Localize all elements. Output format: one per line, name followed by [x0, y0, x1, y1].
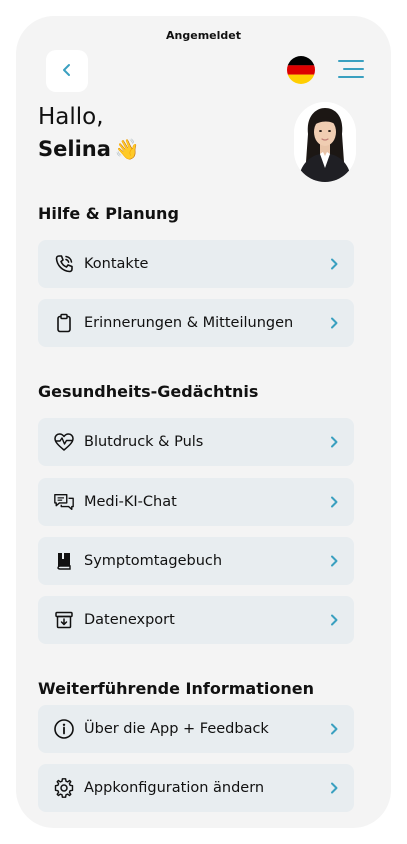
menu-item-label: Erinnerungen & Mitteilungen — [84, 315, 294, 331]
menu-item-ueber-die-app[interactable]: Über die App + Feedback — [38, 705, 354, 753]
greeting-name-line: Selina 👋 — [38, 137, 140, 161]
book-icon — [53, 550, 75, 572]
chevron-right-icon — [327, 257, 341, 271]
chat-bubbles-icon — [53, 491, 75, 513]
menu-item-datenexport[interactable]: Datenexport — [38, 596, 354, 644]
phone-screen: Angemeldet Hallo, Selina 👋 Hilfe & Planu… — [16, 16, 391, 828]
menu-item-label: Medi-KI-Chat — [84, 494, 177, 510]
chevron-right-icon — [327, 316, 341, 330]
menu-item-medi-ki-chat[interactable]: Medi-KI-Chat — [38, 478, 354, 526]
menu-item-label: Datenexport — [84, 612, 175, 628]
section-title-gesundheits-gedaechtnis: Gesundheits-Gedächtnis — [38, 382, 259, 401]
chevron-right-icon — [327, 613, 341, 627]
user-name: Selina — [38, 137, 111, 161]
heart-pulse-icon — [53, 431, 75, 453]
menu-item-kontakte[interactable]: Kontakte — [38, 240, 354, 288]
phone-call-icon — [53, 253, 75, 275]
section-title-weiterfuehrende-informationen: Weiterführende Informationen — [38, 679, 314, 698]
archive-download-icon — [53, 609, 75, 631]
chevron-right-icon — [327, 722, 341, 736]
chevron-right-icon — [327, 554, 341, 568]
menu-item-appkonfiguration[interactable]: Appkonfiguration ändern — [38, 764, 354, 812]
menu-item-label: Blutdruck & Puls — [84, 434, 204, 450]
germany-flag-icon — [287, 56, 315, 84]
menu-item-erinnerungen[interactable]: Erinnerungen & Mitteilungen — [38, 299, 354, 347]
clipboard-icon — [53, 312, 75, 334]
chevron-right-icon — [327, 781, 341, 795]
waving-hand-icon: 👋 — [114, 137, 140, 161]
menu-button[interactable] — [338, 58, 364, 80]
menu-item-label: Symptomtagebuch — [84, 553, 223, 569]
section-title-hilfe-planung: Hilfe & Planung — [38, 204, 179, 223]
info-icon — [53, 718, 75, 740]
chevron-left-icon — [60, 62, 74, 81]
chevron-right-icon — [327, 435, 341, 449]
back-button[interactable] — [46, 50, 88, 92]
menu-item-blutdruck-puls[interactable]: Blutdruck & Puls — [38, 418, 354, 466]
menu-item-label: Appkonfiguration ändern — [84, 780, 265, 796]
menu-item-label: Über die App + Feedback — [84, 721, 269, 737]
avatar[interactable] — [294, 102, 356, 182]
greeting-hello: Hallo, — [38, 104, 104, 130]
chevron-right-icon — [327, 495, 341, 509]
status-text: Angemeldet — [166, 29, 241, 42]
menu-item-label: Kontakte — [84, 256, 149, 272]
language-flag-button[interactable] — [287, 56, 315, 84]
gear-icon — [53, 777, 75, 799]
menu-item-symptomtagebuch[interactable]: Symptomtagebuch — [38, 537, 354, 585]
hamburger-menu-icon — [338, 60, 364, 84]
